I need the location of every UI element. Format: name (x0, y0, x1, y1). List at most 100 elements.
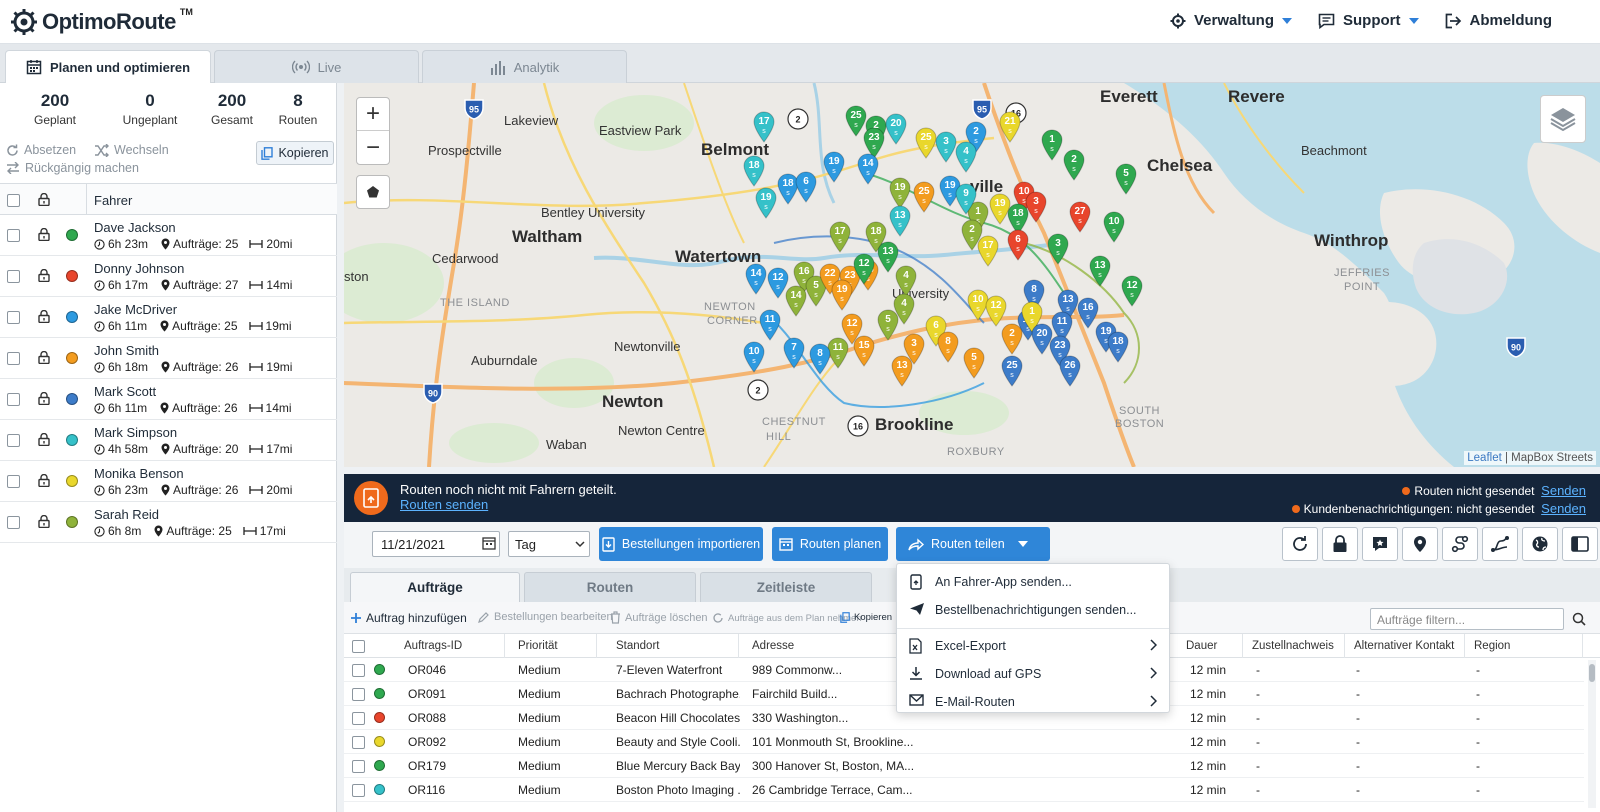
menu-item-send-driver-app[interactable]: An Fahrer-App senden... (897, 568, 1169, 596)
driver-name[interactable]: Monika Benson (94, 466, 184, 481)
admin-menu[interactable]: Verwaltung (1170, 12, 1292, 29)
stop-marker[interactable]: 25 s (915, 127, 937, 159)
column-header-region[interactable]: Region (1474, 640, 1510, 652)
stop-marker[interactable]: 11 s (759, 309, 781, 341)
driver-checkbox[interactable] (7, 270, 20, 283)
column-header-duration[interactable]: Dauer (1186, 640, 1217, 652)
undo-button[interactable]: Rückgängig machen (6, 161, 139, 175)
driver-checkbox[interactable] (7, 352, 20, 365)
stop-marker[interactable]: 3s (1047, 233, 1069, 265)
row-checkbox[interactable] (352, 760, 365, 773)
refresh-button[interactable] (1282, 527, 1318, 561)
lock-icon[interactable] (38, 310, 50, 323)
select-all-checkbox[interactable] (7, 194, 20, 207)
tab-orders[interactable]: Aufträge (350, 572, 520, 602)
lock-icon[interactable] (38, 433, 50, 446)
draw-polygon-button[interactable] (356, 175, 390, 209)
scrollbar-thumb[interactable] (1589, 664, 1595, 682)
stop-marker[interactable]: 13 s (877, 241, 899, 273)
stop-marker[interactable]: 25 s (1001, 355, 1023, 387)
driver-row[interactable]: Jake McDriver 6h 11m Aufträge: 25 19mi (0, 297, 337, 338)
stop-marker[interactable]: 17 s (829, 221, 851, 253)
column-header-id[interactable]: Auftrags-ID (404, 640, 462, 652)
column-header-priority[interactable]: Priorität (518, 640, 558, 652)
lock-icon[interactable] (38, 193, 50, 206)
zoom-in-button[interactable]: + (357, 98, 389, 131)
driver-row[interactable]: Monika Benson 6h 23m Aufträge: 26 20mi (0, 461, 337, 502)
stop-marker[interactable]: 6s (795, 171, 817, 203)
layers-button[interactable] (1540, 95, 1586, 143)
tab-analytics[interactable]: Analytik (422, 50, 627, 83)
support-menu[interactable]: Support (1318, 12, 1419, 29)
stop-marker[interactable]: 25 s (913, 181, 935, 213)
driver-name[interactable]: Dave Jackson (94, 220, 176, 235)
stop-marker[interactable]: 8s (809, 343, 831, 375)
menu-item-excel-export[interactable]: Excel-Export (897, 632, 1169, 660)
driver-name[interactable]: Jake McDriver (94, 302, 177, 317)
period-select[interactable]: Tag (508, 531, 590, 557)
column-header-proof[interactable]: Zustellnachweis (1252, 640, 1334, 652)
stop-marker[interactable]: 10s (743, 341, 765, 373)
search-icon[interactable] (1572, 612, 1586, 626)
stop-marker[interactable]: 6s (1007, 229, 1029, 261)
stop-marker[interactable]: 3s (935, 131, 957, 163)
calendar-icon[interactable] (482, 536, 496, 550)
globe-button[interactable] (1522, 527, 1558, 561)
column-header-address[interactable]: Adresse (752, 640, 794, 652)
import-orders-button[interactable]: Bestellungen importieren (599, 527, 763, 561)
unassign-button[interactable]: Absetzen (6, 143, 76, 157)
stop-marker[interactable]: 5s (1115, 163, 1137, 195)
stop-marker[interactable]: 12 s (853, 253, 875, 285)
delete-orders-button[interactable]: Aufträge löschen (610, 611, 708, 624)
lock-icon[interactable] (38, 474, 50, 487)
stop-marker[interactable]: 27 s (1069, 201, 1091, 233)
driver-name[interactable]: Mark Scott (94, 384, 156, 399)
share-routes-button[interactable]: Routen teilen (896, 527, 1050, 561)
stop-marker[interactable]: 14 s (745, 263, 767, 295)
stop-marker[interactable]: 19 s (831, 279, 853, 311)
stop-marker[interactable]: 9s (955, 183, 977, 215)
driver-name[interactable]: Donny Johnson (94, 261, 184, 276)
driver-name[interactable]: Mark Simpson (94, 425, 177, 440)
edit-orders-button[interactable]: Bestellungen bearbeiten (478, 611, 613, 623)
driver-checkbox[interactable] (7, 311, 20, 324)
table-row[interactable]: OR092 Medium Beauty and Style Cooli... 101 … (344, 730, 1584, 754)
stop-marker[interactable]: 17 s (753, 111, 775, 143)
tab-routes[interactable]: Routen (524, 572, 696, 602)
row-checkbox[interactable] (352, 712, 365, 725)
plan-routes-button[interactable]: Routen planen (772, 527, 888, 561)
stop-marker[interactable]: 2s (1063, 149, 1085, 181)
driver-checkbox[interactable] (7, 393, 20, 406)
driver-row[interactable]: John Smith 6h 18m Aufträge: 26 19mi (0, 338, 337, 379)
send-routes-status-link[interactable]: Senden (1541, 483, 1586, 498)
filter-orders-input[interactable]: Aufträge filtern... (1370, 608, 1564, 630)
stop-marker[interactable]: 20 s (885, 113, 907, 145)
driver-row[interactable]: Mark Simpson 4h 58m Aufträge: 20 17mi (0, 420, 337, 461)
stop-marker[interactable]: 7s (783, 337, 805, 369)
route-path-button[interactable] (1442, 527, 1478, 561)
menu-item-send-notifications[interactable]: Bestellbenachrichtigungen senden... (897, 596, 1169, 624)
lock-icon[interactable] (38, 515, 50, 528)
star-marker-button[interactable] (1362, 527, 1398, 561)
lock-icon[interactable] (38, 392, 50, 405)
driver-checkbox[interactable] (7, 516, 20, 529)
directions-button[interactable] (1482, 527, 1518, 561)
stop-marker[interactable]: 13 s (1089, 255, 1111, 287)
row-checkbox[interactable] (352, 688, 365, 701)
menu-item-gps-download[interactable]: Download auf GPS (897, 660, 1169, 688)
add-order-button[interactable]: Auftrag hinzufügen (350, 611, 467, 625)
stop-marker[interactable]: 19 s (755, 187, 777, 219)
column-header-location[interactable]: Standort (616, 640, 659, 652)
tab-timeline[interactable]: Zeitleiste (700, 572, 872, 602)
row-checkbox[interactable] (352, 784, 365, 797)
lock-routes-button[interactable] (1322, 527, 1358, 561)
date-input[interactable]: 11/21/2021 (372, 531, 500, 557)
map[interactable]: 9595162169016902 EverettRevereLakeviewEa… (344, 83, 1600, 467)
driver-checkbox[interactable] (7, 434, 20, 447)
copy-button[interactable]: Kopieren (256, 141, 334, 165)
send-routes-link[interactable]: Routen senden (400, 497, 617, 512)
lock-icon[interactable] (38, 269, 50, 282)
row-checkbox[interactable] (352, 664, 365, 677)
tab-live[interactable]: Live (214, 50, 419, 83)
stop-marker[interactable]: 17 s (977, 235, 999, 267)
